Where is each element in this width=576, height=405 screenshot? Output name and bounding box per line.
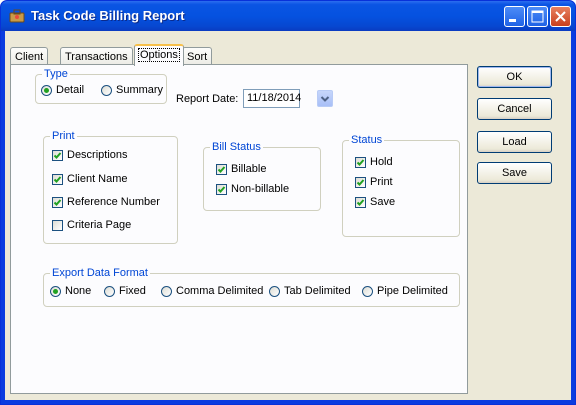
export-none-label: None bbox=[65, 285, 92, 297]
checkbox-unchecked-icon bbox=[52, 219, 63, 231]
export-data-format-group: Export Data Format None Fixed Comma Deli… bbox=[43, 267, 460, 307]
maximize-button[interactable] bbox=[527, 6, 548, 27]
tab-options-label: Options bbox=[138, 48, 180, 62]
close-button[interactable] bbox=[550, 6, 571, 27]
type-summary-label: Summary bbox=[116, 84, 164, 96]
export-fixed-label: Fixed bbox=[119, 285, 146, 297]
radio-unselected-icon bbox=[104, 285, 115, 297]
export-fixed-radio[interactable]: Fixed bbox=[104, 285, 146, 297]
checkbox-checked-icon bbox=[355, 156, 366, 168]
chevron-down-icon bbox=[320, 96, 330, 102]
tab-client[interactable]: Client bbox=[10, 47, 49, 65]
type-group: Type Detail Summary bbox=[35, 68, 167, 104]
print-reference-number-label: Reference Number bbox=[67, 196, 160, 208]
tab-transactions-label: Transactions bbox=[65, 51, 128, 63]
type-detail-label: Detail bbox=[56, 84, 85, 96]
tab-sort-label: Sort bbox=[187, 51, 208, 63]
status-hold-checkbox[interactable]: Hold bbox=[355, 156, 393, 168]
title-bar[interactable]: Task Code Billing Report bbox=[1, 1, 575, 31]
minimize-button[interactable] bbox=[504, 6, 525, 27]
status-group-legend: Status bbox=[349, 134, 385, 147]
print-criteria-page-checkbox[interactable]: Criteria Page bbox=[52, 219, 131, 231]
checkbox-checked-icon bbox=[216, 183, 227, 195]
checkbox-checked-icon bbox=[52, 149, 63, 161]
export-none-radio[interactable]: None bbox=[50, 285, 91, 297]
radio-selected-icon bbox=[41, 84, 52, 96]
status-save-checkbox[interactable]: Save bbox=[355, 196, 395, 208]
export-pipe-delimited-radio[interactable]: Pipe Delimited bbox=[362, 285, 448, 297]
checkbox-checked-icon bbox=[52, 196, 63, 208]
minimize-icon bbox=[509, 19, 516, 22]
status-print-label: Print bbox=[370, 176, 393, 188]
maximize-icon bbox=[531, 10, 544, 23]
report-window: Task Code Billing Report Client Transact… bbox=[0, 0, 576, 405]
tab-transactions[interactable]: Transactions bbox=[60, 47, 133, 65]
tab-sort[interactable]: Sort bbox=[182, 47, 213, 65]
checkbox-checked-icon bbox=[52, 173, 63, 185]
status-print-checkbox[interactable]: Print bbox=[355, 176, 393, 188]
non-billable-checkbox[interactable]: Non-billable bbox=[216, 183, 289, 195]
radio-unselected-icon bbox=[269, 285, 280, 297]
non-billable-label: Non-billable bbox=[231, 183, 290, 195]
window-client-area: Client Transactions Options Sort Type De… bbox=[5, 31, 571, 400]
report-date-field[interactable]: 11/18/2014 bbox=[243, 89, 301, 108]
radio-selected-icon bbox=[50, 285, 61, 297]
cancel-button[interactable]: Cancel bbox=[477, 98, 552, 120]
bill-status-group: Bill Status Billable Non-billable bbox=[203, 141, 321, 211]
ok-button[interactable]: OK bbox=[477, 66, 552, 88]
print-descriptions-label: Descriptions bbox=[67, 149, 128, 161]
load-button[interactable]: Load bbox=[477, 131, 552, 153]
checkbox-checked-icon bbox=[355, 196, 366, 208]
options-tab-panel: Type Detail Summary Report Date: 11/18/2… bbox=[10, 64, 468, 394]
status-save-label: Save bbox=[370, 196, 396, 208]
print-client-name-label: Client Name bbox=[67, 173, 128, 185]
radio-unselected-icon bbox=[101, 84, 112, 96]
report-date-dropdown-button[interactable] bbox=[317, 90, 333, 107]
print-group: Print Descriptions Client Name Reference… bbox=[43, 130, 178, 244]
export-tab-delimited-radio[interactable]: Tab Delimited bbox=[269, 285, 351, 297]
print-client-name-checkbox[interactable]: Client Name bbox=[52, 173, 128, 185]
print-group-legend: Print bbox=[50, 130, 77, 143]
close-icon bbox=[555, 11, 566, 22]
print-descriptions-checkbox[interactable]: Descriptions bbox=[52, 149, 128, 161]
radio-unselected-icon bbox=[161, 285, 172, 297]
export-tab-delimited-label: Tab Delimited bbox=[284, 285, 351, 297]
save-button[interactable]: Save bbox=[477, 162, 552, 184]
print-criteria-page-label: Criteria Page bbox=[67, 219, 132, 231]
report-date-label: Report Date: bbox=[176, 93, 239, 105]
status-hold-label: Hold bbox=[370, 156, 393, 168]
status-group: Status Hold Print Save bbox=[342, 134, 460, 237]
type-group-legend: Type bbox=[42, 68, 70, 81]
app-icon bbox=[9, 9, 25, 23]
billable-checkbox[interactable]: Billable bbox=[216, 163, 266, 175]
export-group-legend: Export Data Format bbox=[50, 267, 150, 280]
billable-label: Billable bbox=[231, 163, 267, 175]
export-comma-delimited-label: Comma Delimited bbox=[176, 285, 264, 297]
type-summary-radio[interactable]: Summary bbox=[101, 84, 163, 96]
checkbox-checked-icon bbox=[216, 163, 227, 175]
type-detail-radio[interactable]: Detail bbox=[41, 84, 84, 96]
export-comma-delimited-radio[interactable]: Comma Delimited bbox=[161, 285, 263, 297]
radio-unselected-icon bbox=[362, 285, 373, 297]
export-pipe-delimited-label: Pipe Delimited bbox=[377, 285, 448, 297]
tab-options[interactable]: Options bbox=[134, 44, 184, 66]
checkbox-checked-icon bbox=[355, 176, 366, 188]
tab-client-label: Client bbox=[15, 51, 44, 63]
bill-status-group-legend: Bill Status bbox=[210, 141, 263, 154]
window-title: Task Code Billing Report bbox=[31, 8, 185, 23]
print-reference-number-checkbox[interactable]: Reference Number bbox=[52, 196, 160, 208]
